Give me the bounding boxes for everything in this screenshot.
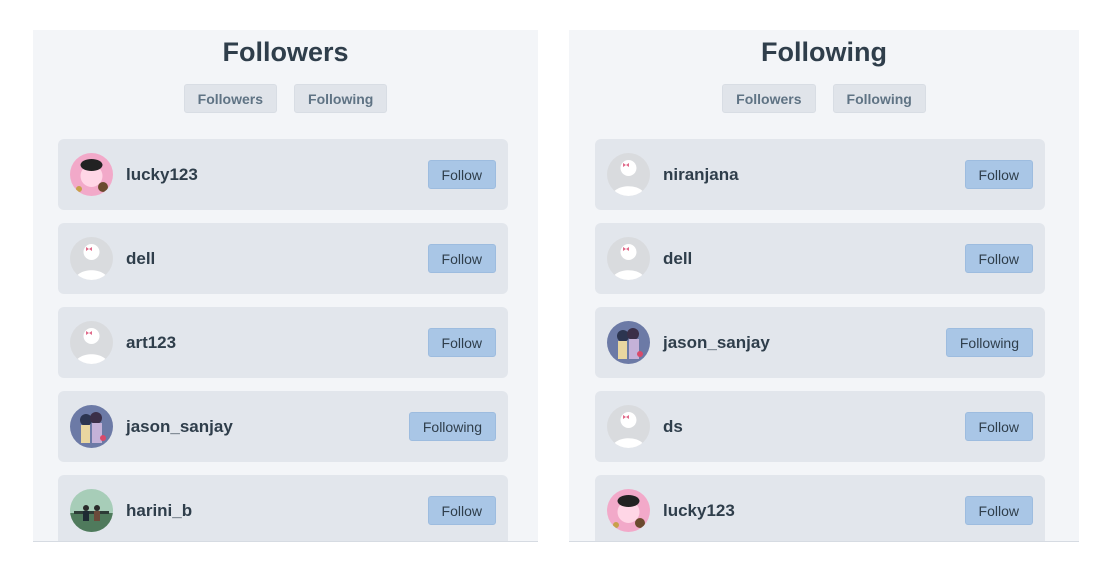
following-button[interactable]: Following: [945, 328, 1033, 357]
follow-button[interactable]: Follow: [427, 496, 496, 525]
user-row: harini_b Follow: [58, 475, 508, 541]
tab-followers[interactable]: Followers: [722, 84, 816, 113]
username[interactable]: dell: [126, 249, 428, 269]
user-row: lucky123 Follow: [595, 475, 1045, 541]
username[interactable]: lucky123: [663, 501, 965, 521]
tab-following[interactable]: Following: [294, 84, 388, 113]
anime-couple-avatar[interactable]: [70, 405, 113, 448]
tab-followers[interactable]: Followers: [183, 84, 278, 113]
user-row: dell Follow: [58, 223, 508, 294]
tab-bar: Followers Following: [33, 84, 538, 113]
username[interactable]: lucky123: [126, 165, 428, 185]
follow-button[interactable]: Follow: [964, 160, 1033, 189]
tab-bar: Followers Following: [569, 84, 1079, 113]
follow-button[interactable]: Follow: [427, 328, 496, 357]
follow-button[interactable]: Follow: [964, 496, 1033, 525]
follow-button[interactable]: Follow: [964, 412, 1033, 441]
username[interactable]: ds: [663, 417, 965, 437]
follow-button[interactable]: Follow: [964, 244, 1033, 273]
default-avatar[interactable]: [607, 405, 650, 448]
following-panel: Following Followers Following niranjana F…: [569, 30, 1079, 542]
follow-button[interactable]: Follow: [427, 160, 496, 189]
user-list: niranjana Follow dell Follow jason_sanjay Fol…: [595, 139, 1045, 541]
page-title: Following: [761, 37, 887, 67]
pink-character-avatar[interactable]: [607, 489, 650, 532]
user-row: niranjana Follow: [595, 139, 1045, 210]
user-row: lucky123 Follow: [58, 139, 508, 210]
user-row: art123 Follow: [58, 307, 508, 378]
default-avatar[interactable]: [70, 321, 113, 364]
default-avatar[interactable]: [70, 237, 113, 280]
following-button[interactable]: Following: [408, 412, 496, 441]
user-list: lucky123 Follow dell Follow art123 Follow jaso…: [58, 139, 508, 541]
username[interactable]: jason_sanjay: [663, 333, 946, 353]
username[interactable]: art123: [126, 333, 428, 353]
anime-couple-avatar[interactable]: [607, 321, 650, 364]
username[interactable]: dell: [663, 249, 965, 269]
pink-character-avatar[interactable]: [70, 153, 113, 196]
user-row: jason_sanjay Following: [58, 391, 508, 462]
username[interactable]: jason_sanjay: [126, 417, 409, 437]
default-avatar[interactable]: [607, 153, 650, 196]
tab-following[interactable]: Following: [832, 84, 926, 113]
user-row: ds Follow: [595, 391, 1045, 462]
page-title: Followers: [222, 37, 349, 67]
default-avatar[interactable]: [607, 237, 650, 280]
user-row: dell Follow: [595, 223, 1045, 294]
green-scenery-avatar[interactable]: [70, 489, 113, 532]
username[interactable]: niranjana: [663, 165, 965, 185]
username[interactable]: harini_b: [126, 501, 428, 521]
user-row: jason_sanjay Following: [595, 307, 1045, 378]
followers-panel: Followers Followers Following lucky123 Fo…: [33, 30, 538, 542]
follow-button[interactable]: Follow: [427, 244, 496, 273]
